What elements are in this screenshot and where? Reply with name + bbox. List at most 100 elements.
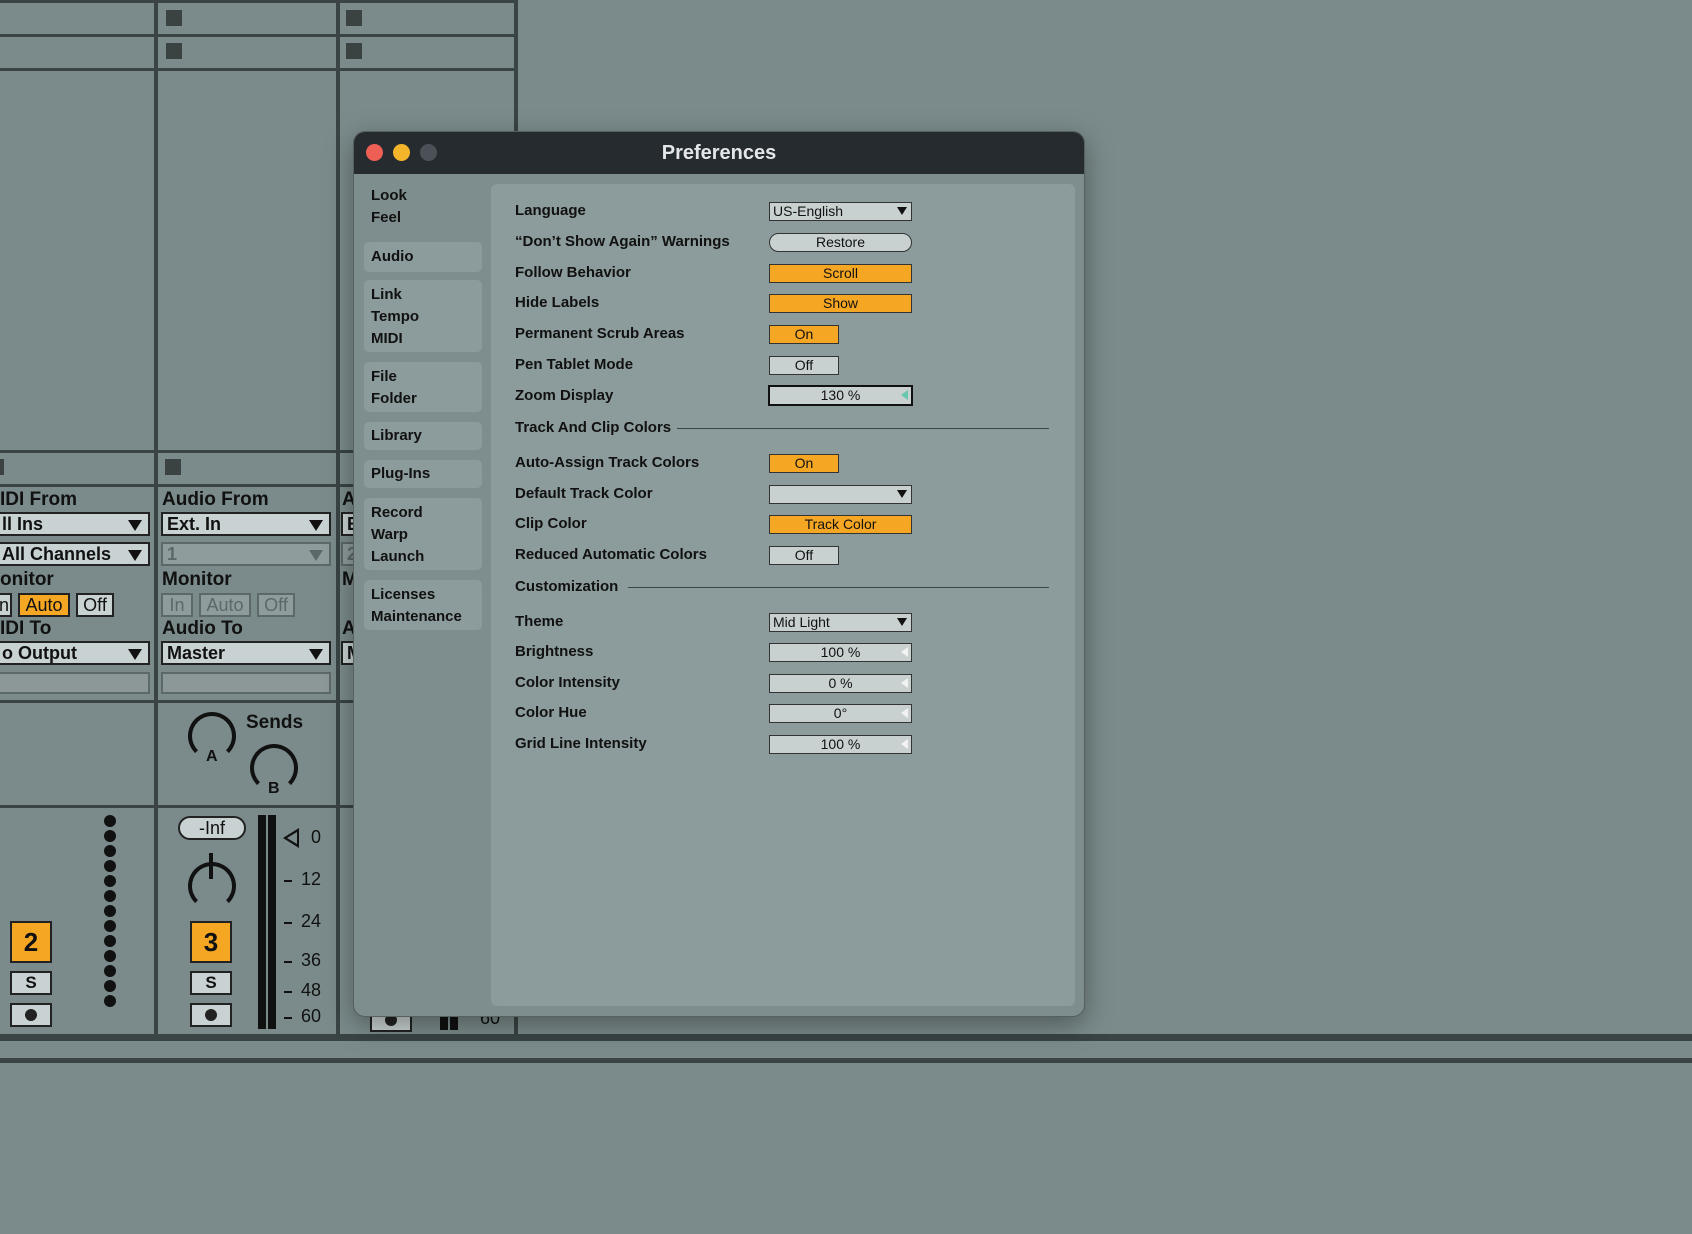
hide-labels-toggle[interactable]: Show: [769, 294, 912, 313]
meter-scale-24: 24: [301, 911, 322, 931]
audio-to-dropdown[interactable]: Master: [161, 641, 331, 665]
reduced-colors-toggle[interactable]: Off: [769, 546, 839, 565]
title-bar[interactable]: Preferences: [354, 132, 1084, 174]
section-customization: Customization: [515, 578, 619, 595]
arm-button[interactable]: [190, 1003, 232, 1027]
restore-warnings-button[interactable]: Restore: [769, 233, 912, 252]
default-track-color-label: Default Track Color: [515, 485, 653, 502]
solo-button[interactable]: S: [190, 971, 232, 995]
dont-show-warnings-label: “Don’t Show Again” Warnings: [515, 233, 730, 250]
chevron-down-icon: [897, 490, 907, 498]
default-track-color-dropdown[interactable]: [769, 485, 912, 504]
grid-line-intensity-slider[interactable]: 100 %: [769, 735, 912, 754]
grid-line: [0, 0, 518, 3]
arrangement-divider: [0, 1058, 1692, 1063]
brightness-slider[interactable]: 100 %: [769, 643, 912, 662]
meter-scale-36: 36: [301, 950, 322, 970]
preferences-window: Preferences Look Feel Audio Link Tempo M…: [353, 131, 1085, 1017]
monitor-off-button[interactable]: Off: [257, 593, 295, 617]
follow-behavior-label: Follow Behavior: [515, 264, 631, 281]
audio-to-value: Master: [167, 643, 226, 663]
follow-behavior-toggle[interactable]: Scroll: [769, 264, 912, 283]
chevron-down-icon: [897, 207, 907, 215]
chevron-down-icon: [128, 550, 142, 561]
arm-button[interactable]: [10, 1003, 52, 1027]
sidebar-item-midi[interactable]: MIDI: [364, 328, 482, 350]
sidebar-item-launch[interactable]: Launch: [364, 546, 482, 568]
color-hue-value: 0°: [833, 705, 848, 721]
color-intensity-value: 0 %: [828, 675, 853, 691]
meter-scale-48: 48: [301, 980, 322, 1000]
sends-label: Sends: [246, 712, 304, 733]
monitor-off-button[interactable]: Off: [76, 593, 114, 617]
sidebar-group-look-feel: Look Feel: [364, 182, 482, 234]
audio-from-label: Audio From: [162, 489, 269, 510]
clip-stop-button[interactable]: [346, 43, 362, 59]
clip-color-toggle[interactable]: Track Color: [769, 515, 912, 534]
clip-stop-button[interactable]: [346, 10, 362, 26]
track-volume-display[interactable]: -Inf: [178, 816, 246, 840]
clip-stop-button[interactable]: [166, 43, 182, 59]
sidebar-item-audio[interactable]: Audio: [364, 242, 482, 268]
monitor-auto-button[interactable]: Auto: [199, 593, 251, 617]
audio-channel-dropdown[interactable]: 1: [161, 542, 331, 566]
track-activator-button[interactable]: 2: [10, 921, 52, 963]
level-meter-left: [258, 815, 266, 1029]
audio-from-value: Ext. In: [167, 514, 222, 534]
sidebar-item-licenses[interactable]: Licenses: [364, 580, 482, 606]
meter-dots: [104, 815, 116, 1010]
sidebar-item-warp[interactable]: Warp: [364, 524, 482, 546]
sidebar-item-link[interactable]: Link: [364, 280, 482, 306]
permanent-scrub-toggle[interactable]: On: [769, 325, 839, 344]
color-intensity-label: Color Intensity: [515, 674, 621, 691]
stop-all-clips-button[interactable]: [0, 459, 4, 475]
sidebar-group-plugins: Plug-Ins: [364, 460, 482, 488]
pen-tablet-toggle[interactable]: Off: [769, 356, 839, 375]
zoom-display-label: Zoom Display: [515, 387, 614, 404]
zoom-display-value: 130 %: [820, 387, 861, 403]
sidebar-group-library: Library: [364, 422, 482, 450]
zoom-display-slider[interactable]: 130 %: [768, 385, 913, 406]
midi-to-value: o Output: [2, 643, 77, 663]
midi-from-value: ll Ins: [2, 514, 44, 534]
monitor-auto-button[interactable]: Auto: [18, 593, 70, 617]
midi-from-dropdown[interactable]: ll Ins: [0, 512, 150, 536]
track-activator-button[interactable]: 3: [190, 921, 232, 963]
slider-arrow-icon: [901, 390, 908, 400]
sidebar-group-audio: Audio: [364, 242, 482, 272]
empty-routing-field: [0, 672, 150, 694]
sidebar-item-folder[interactable]: Folder: [364, 388, 482, 410]
monitor-in-button[interactable]: In: [161, 593, 193, 617]
midi-to-dropdown[interactable]: o Output: [0, 641, 150, 665]
record-icon: [205, 1009, 217, 1021]
audio-from-dropdown[interactable]: Ext. In: [161, 512, 331, 536]
language-dropdown[interactable]: US-English: [769, 202, 912, 221]
audio-to-label: Audio To: [162, 618, 243, 639]
sidebar-group-licenses: Licenses Maintenance: [364, 580, 482, 630]
midi-channel-dropdown[interactable]: All Channels: [0, 542, 150, 566]
monitor-in-button[interactable]: n: [0, 593, 12, 617]
slider-arrow-icon: [901, 739, 908, 749]
auto-assign-toggle[interactable]: On: [769, 454, 839, 473]
language-label: Language: [515, 202, 586, 219]
meter-scale-60: 60: [301, 1006, 322, 1026]
solo-button[interactable]: S: [10, 971, 52, 995]
stop-all-clips-button[interactable]: [165, 459, 181, 475]
sidebar-item-feel[interactable]: Feel: [364, 207, 482, 229]
sidebar-item-file[interactable]: File: [364, 362, 482, 388]
sidebar-item-plug-ins[interactable]: Plug-Ins: [364, 460, 482, 485]
clip-stop-button[interactable]: [166, 10, 182, 26]
permanent-scrub-label: Permanent Scrub Areas: [515, 325, 685, 342]
brightness-value: 100 %: [820, 644, 861, 660]
theme-dropdown[interactable]: Mid Light: [769, 613, 912, 632]
language-value: US-English: [773, 203, 844, 219]
sidebar-item-look[interactable]: Look: [364, 182, 482, 207]
midi-from-label: IDI From: [0, 489, 78, 510]
chevron-down-icon: [128, 520, 142, 531]
sidebar-item-maintenance[interactable]: Maintenance: [364, 606, 482, 628]
color-hue-slider[interactable]: 0°: [769, 704, 912, 723]
sidebar-item-record[interactable]: Record: [364, 498, 482, 524]
color-intensity-slider[interactable]: 0 %: [769, 674, 912, 693]
sidebar-item-library[interactable]: Library: [364, 422, 482, 447]
sidebar-item-tempo[interactable]: Tempo: [364, 306, 482, 328]
